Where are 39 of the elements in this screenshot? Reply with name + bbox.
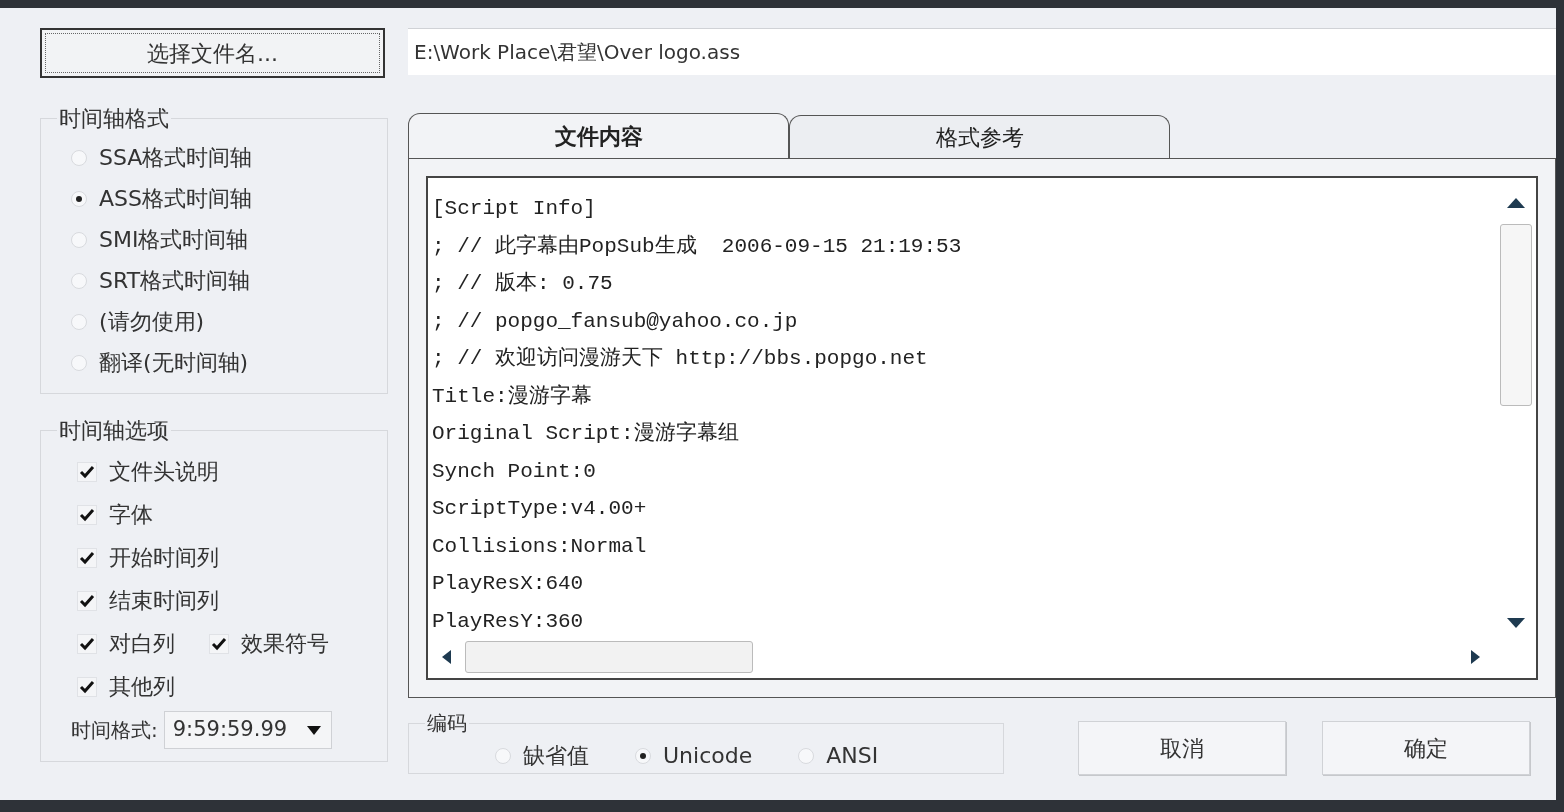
content-line: PlayResY:360 (432, 608, 585, 635)
content-line: ; // popgo_fansub@yahoo.co.jp (432, 308, 799, 335)
tab[interactable]: 格式参考 (789, 115, 1170, 159)
time-format-label: 时间格式: (71, 717, 158, 744)
radio-label: Unicode (663, 742, 753, 770)
checkbox-label: 效果符号 (241, 630, 329, 658)
radio-label: (请勿使用) (99, 308, 205, 336)
group-title: 编码 (426, 710, 468, 737)
dialog-button[interactable]: 确定 (1322, 721, 1530, 775)
group-title: 时间轴格式 (58, 105, 170, 133)
radio-label: ANSI (826, 742, 879, 770)
content-line: Title:漫游字幕 (432, 383, 593, 410)
checkbox-label: 开始时间列 (109, 544, 219, 572)
radio-label: SRT格式时间轴 (99, 267, 251, 295)
content-line: ; // 欢迎访问漫游天下 http://bbs.popgo.net (432, 345, 929, 372)
file-path-field[interactable]: E:\Work Place\君望\Over logo.ass (408, 28, 1556, 75)
content-line: Original Script:漫游字幕组 (432, 420, 740, 447)
radio-label: 缺省值 (523, 742, 589, 770)
content-line: ; // 版本: 0.75 (432, 270, 614, 297)
time-format-dropdown[interactable]: 9:59:59.99 (163, 711, 332, 749)
checkbox-label: 结束时间列 (109, 587, 219, 615)
content-line: [Script Info] (432, 196, 597, 222)
radio-label: SMI格式时间轴 (99, 226, 249, 254)
checkbox-label: 文件头说明 (109, 458, 219, 486)
checkbox-label: 其他列 (109, 673, 175, 701)
checkbox-label: 对白列 (109, 630, 175, 658)
content-line: PlayResX:640 (432, 571, 585, 597)
content-line: ; // 此字幕由PopSub生成 2006-09-15 21:19:53 (432, 233, 963, 260)
radio-label: 翻译(无时间轴) (99, 349, 249, 377)
content-line: Synch Point:0 (432, 458, 597, 485)
group-title: 时间轴选项 (58, 417, 170, 445)
content-line: Collisions:Normal (432, 533, 648, 560)
content-line: ScriptType:v4.00+ (432, 496, 648, 522)
checkbox-label: 字体 (109, 501, 153, 529)
dialog-button[interactable]: 取消 (1078, 721, 1286, 775)
radio-label: ASS格式时间轴 (99, 185, 252, 213)
choose-file-button[interactable]: 选择文件名... (40, 28, 385, 78)
radio-label: SSA格式时间轴 (99, 144, 253, 172)
tab[interactable]: 文件内容 (408, 113, 789, 159)
